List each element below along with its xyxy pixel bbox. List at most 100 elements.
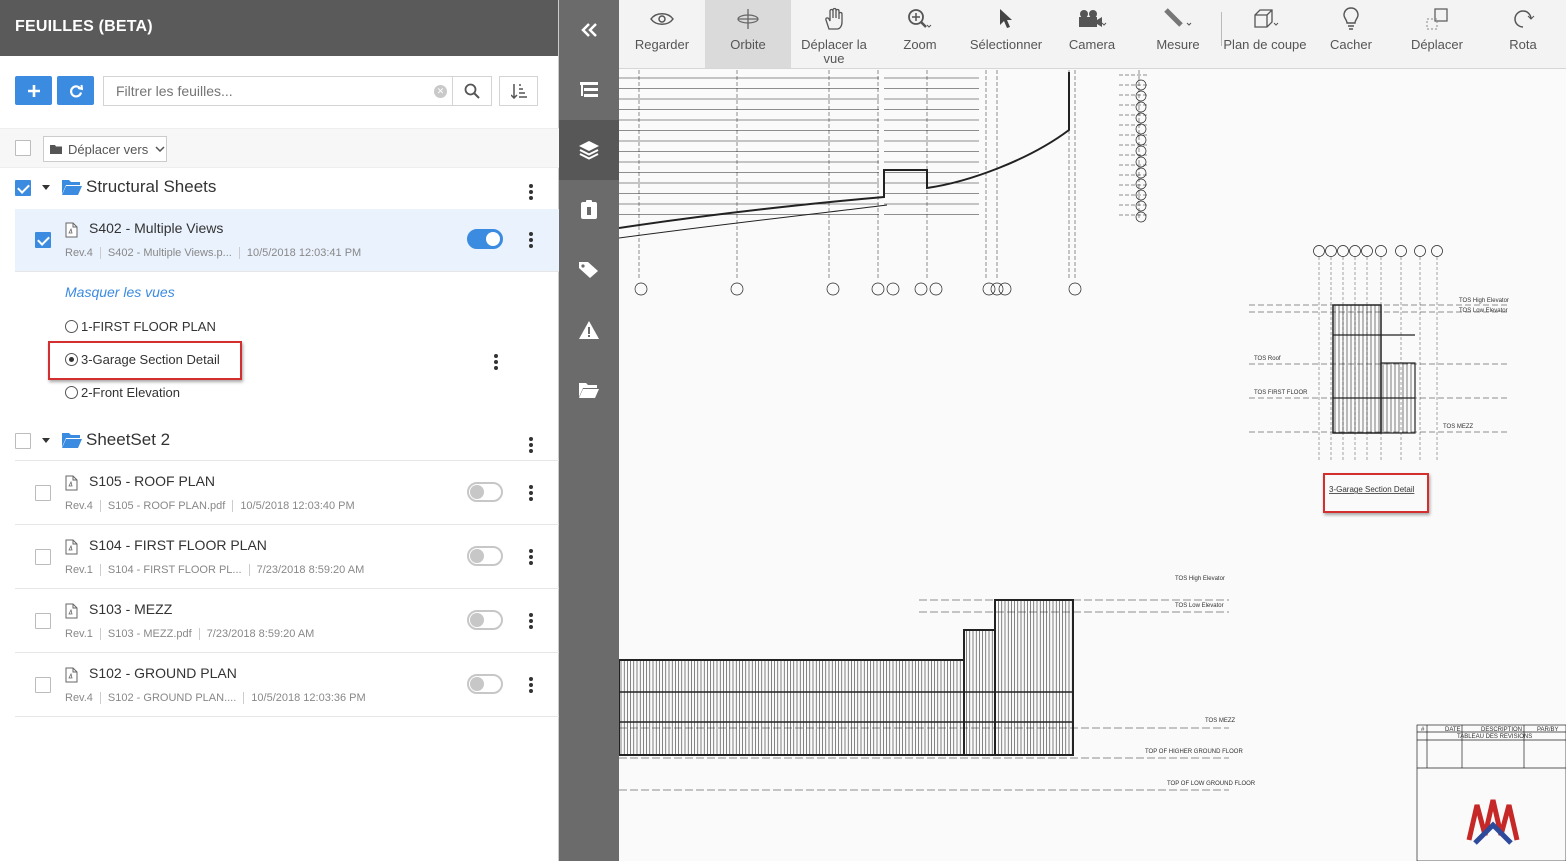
tool-zoom[interactable]: Zoom [877, 0, 963, 68]
view-item-highlight [48, 341, 242, 380]
group-checkbox[interactable] [15, 180, 31, 196]
rail-sheets[interactable] [559, 120, 619, 180]
tool-section-box[interactable]: Plan de coupe [1222, 0, 1308, 68]
sheet-row[interactable]: S103 - MEZZ Rev.1 S103 - MEZZ.pdf 7/23/2018… [15, 590, 559, 653]
sheet-rev: Rev.4 [65, 692, 93, 704]
sheet-menu-icon[interactable] [529, 549, 533, 565]
group-menu-icon[interactable] [529, 437, 533, 453]
sheet-visibility-toggle[interactable] [467, 482, 503, 502]
refresh-button[interactable] [57, 76, 94, 105]
view-title-highlight [1323, 473, 1429, 513]
sheet-drawing: TOS High Elevator TOS Low Elevator TOS R… [619, 70, 1566, 861]
group-menu-icon[interactable] [529, 184, 533, 200]
pdf-file-icon [65, 475, 78, 491]
sheet-row[interactable]: S105 - ROOF PLAN Rev.4 S105 - ROOF PLAN.pd… [15, 462, 559, 525]
tool-move[interactable]: Déplacer [1394, 0, 1480, 68]
sheet-visibility-toggle[interactable] [467, 546, 503, 566]
hide-views-link[interactable]: Masquer les vues [65, 284, 175, 300]
caret-down-icon[interactable] [42, 185, 50, 190]
sheet-row[interactable]: S402 - Multiple Views Rev.4 S402 - Multip… [15, 209, 559, 272]
sheet-menu-icon[interactable] [529, 677, 533, 693]
view-radio[interactable] [65, 386, 78, 399]
sheet-name: S102 - GROUND PLAN [89, 665, 237, 681]
tool-eye[interactable]: Regarder [619, 0, 705, 68]
rail-model-tree[interactable] [559, 60, 619, 120]
search-button[interactable] [453, 76, 492, 106]
view-label: 2-Front Elevation [81, 385, 180, 400]
sheet-menu-icon[interactable] [529, 232, 533, 248]
view-item[interactable]: 2-Front Elevation [65, 385, 180, 400]
move-icon [1425, 6, 1449, 32]
group-checkbox[interactable] [15, 433, 31, 449]
drawing-canvas[interactable]: TOS High Elevator TOS Low Elevator TOS R… [619, 0, 1566, 861]
sheet-meta: Rev.4 S402 - Multiple Views.p... 10/5/2018… [65, 247, 361, 260]
view-menu-icon[interactable] [494, 354, 498, 370]
filter-sheets-input[interactable] [104, 77, 414, 105]
tool-label: Regarder [634, 37, 690, 52]
label-tos-first: TOS FIRST FLOOR [1254, 390, 1308, 396]
sheet-file: S102 - GROUND PLAN.... [107, 692, 237, 704]
tool-label: Zoom [903, 37, 937, 52]
rail-tags[interactable] [559, 240, 619, 300]
sheet-checkbox[interactable] [35, 549, 51, 565]
sort-button[interactable] [499, 76, 538, 106]
add-sheet-button[interactable] [15, 76, 52, 105]
tool-label: Déplacer [1410, 37, 1463, 52]
move-to-label: Déplacer vers [68, 141, 149, 157]
tool-camera[interactable]: Camera [1049, 0, 1135, 68]
tool-label: Sélectionner [969, 37, 1043, 52]
label-top-higher-ground: TOP OF HIGHER GROUND FLOOR [1145, 749, 1243, 755]
sheet-meta: Rev.1 S103 - MEZZ.pdf 7/23/2018 8:59:20 AM [65, 628, 314, 641]
sheet-visibility-toggle[interactable] [467, 610, 503, 630]
warning-icon [579, 321, 599, 339]
rail-documents[interactable] [559, 360, 619, 420]
tool-label: Cacher [1329, 37, 1372, 52]
tags-icon [579, 262, 598, 278]
sheet-row[interactable]: S104 - FIRST FLOOR PLAN Rev.1 S104 - FIRST… [15, 526, 559, 589]
rail-issues[interactable] [559, 300, 619, 360]
collapse-icon [581, 23, 597, 37]
pan-hand-icon [823, 6, 845, 32]
chevron-down-icon [155, 146, 165, 152]
label-tos-low-1: TOS Low Elevator [1459, 308, 1508, 314]
folder-small-icon [50, 145, 62, 154]
tool-pan-hand[interactable]: Déplacer la vue [791, 0, 877, 68]
eye-icon [650, 6, 674, 32]
select-all-checkbox[interactable] [15, 140, 31, 156]
sheet-checkbox[interactable] [35, 232, 51, 248]
tool-orbit[interactable]: Orbite [705, 0, 791, 68]
view-item[interactable]: 1-FIRST FLOOR PLAN [65, 319, 216, 334]
folder-open-icon [62, 433, 82, 448]
rev-date-header: DATE [1445, 727, 1461, 733]
sheet-visibility-toggle[interactable] [467, 229, 503, 249]
rail-properties[interactable] [559, 180, 619, 240]
sheet-date: 10/5/2018 12:03:40 PM [240, 500, 355, 512]
sheet-visibility-toggle[interactable] [467, 674, 503, 694]
clear-filter-icon[interactable]: ✕ [434, 85, 447, 98]
sheet-menu-icon[interactable] [529, 613, 533, 629]
group-structural-sheets[interactable]: Structural Sheets [0, 168, 559, 208]
sheet-checkbox[interactable] [35, 613, 51, 629]
label-tos-low-2: TOS Low Elevator [1175, 603, 1224, 609]
folder-icon [579, 383, 599, 398]
sheet-checkbox[interactable] [35, 677, 51, 693]
move-to-dropdown[interactable]: Déplacer vers [43, 136, 167, 162]
sheet-name: S104 - FIRST FLOOR PLAN [89, 537, 267, 553]
sheet-rev: Rev.1 [65, 564, 93, 576]
sheet-name: S402 - Multiple Views [89, 220, 224, 236]
group-sheetset-2[interactable]: SheetSet 2 [15, 421, 559, 461]
tool-lightbulb[interactable]: Cacher [1308, 0, 1394, 68]
tool-rotate[interactable]: Rota [1480, 0, 1566, 68]
bulk-action-bar: Déplacer vers [0, 128, 559, 168]
sheet-file: S103 - MEZZ.pdf [107, 628, 192, 640]
tool-pointer[interactable]: Sélectionner [963, 0, 1049, 68]
side-rail [559, 0, 619, 861]
sheet-checkbox[interactable] [35, 485, 51, 501]
tool-ruler[interactable]: Mesure [1135, 0, 1221, 68]
sheet-menu-icon[interactable] [529, 485, 533, 501]
view-radio[interactable] [65, 320, 78, 333]
collapse-panel-button[interactable] [559, 0, 619, 60]
sheet-row[interactable]: S102 - GROUND PLAN Rev.4 S102 - GROUND PLA… [15, 654, 559, 717]
caret-down-icon[interactable] [42, 438, 50, 443]
rev-table-title: TABLEAU DES REVISIONS [1457, 734, 1532, 740]
